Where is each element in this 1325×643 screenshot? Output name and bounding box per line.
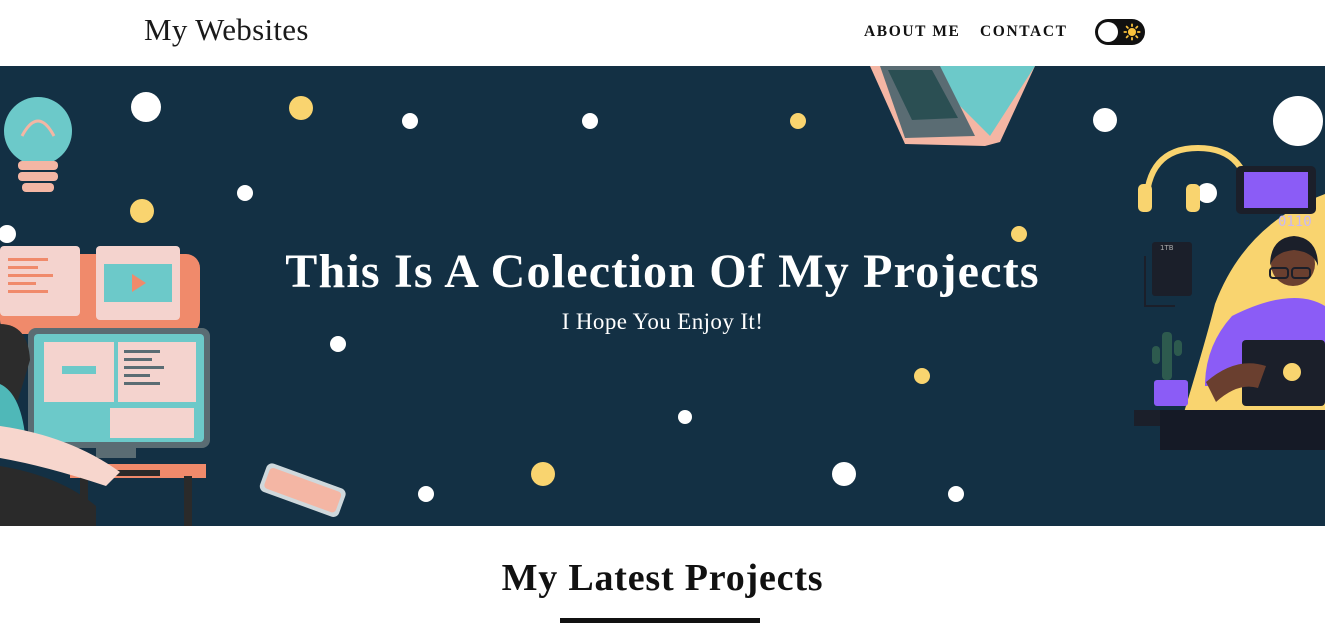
toggle-knob: [1098, 22, 1118, 42]
hero-title: This Is A Colection Of My Projects: [285, 245, 1040, 298]
hero-subtitle: I Hope You Enjoy It!: [561, 309, 764, 334]
nav-link-about-me[interactable]: ABOUT ME: [864, 23, 960, 41]
sun-icon: [1123, 23, 1141, 41]
latest-projects-heading: My Latest Projects: [501, 557, 824, 599]
remote-worker-illustration: 0110 1TB: [1134, 144, 1325, 450]
laptop-illustration: [870, 66, 1035, 146]
hero-banner: 0110 1TB This Is A Colection Of My Proje…: [0, 66, 1325, 526]
site-brand[interactable]: My Websites: [144, 12, 309, 48]
navbar: My Websites ABOUT ME CONTACT: [0, 0, 1325, 66]
heading-underline: [560, 618, 760, 623]
binary-text: 0110: [1278, 214, 1312, 230]
lightbulb-icon: [4, 97, 72, 192]
nav-link-contact[interactable]: CONTACT: [980, 23, 1068, 41]
theme-toggle[interactable]: [1095, 19, 1145, 45]
